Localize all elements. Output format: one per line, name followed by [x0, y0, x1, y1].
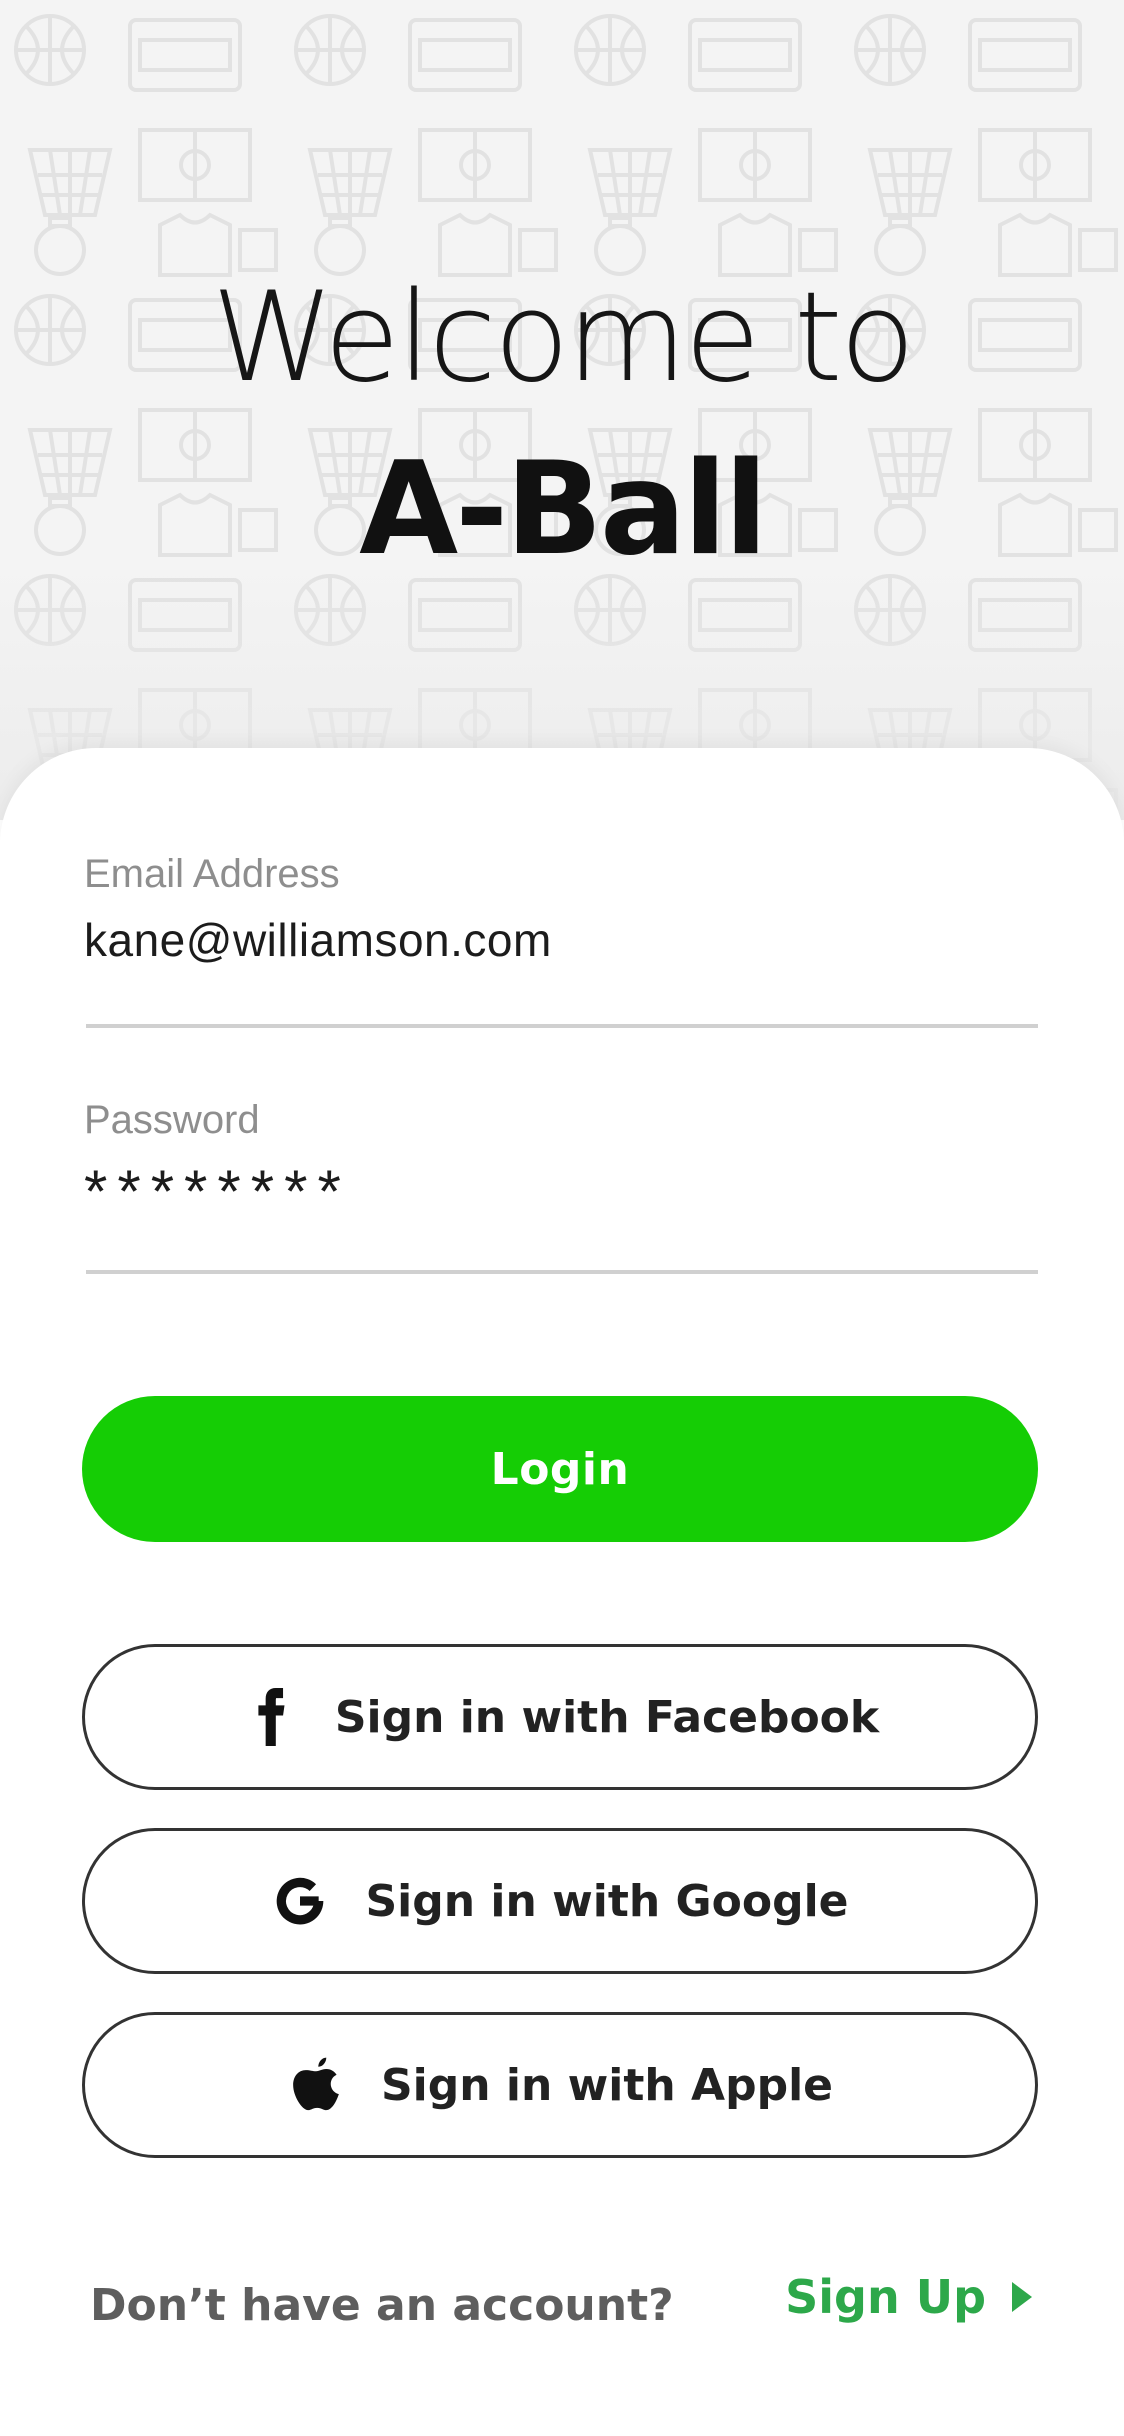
password-input[interactable]: ********: [84, 1162, 1040, 1222]
triangle-right-icon: [1012, 2282, 1032, 2312]
login-button-label: Login: [490, 1443, 630, 1495]
facebook-signin-label: Sign in with Facebook: [334, 1691, 880, 1743]
email-label: Email Address: [84, 852, 340, 896]
login-card: [0, 748, 1124, 2436]
apple-signin-button[interactable]: Sign in with Apple: [82, 2012, 1038, 2158]
apple-signin-label: Sign in with Apple: [380, 2059, 833, 2111]
login-button[interactable]: Login: [82, 1396, 1038, 1542]
google-icon: [271, 1872, 329, 1930]
no-account-prompt: Don’t have an account?: [90, 2280, 674, 2331]
email-input[interactable]: kane@williamson.com: [84, 910, 1040, 970]
password-underline: [86, 1270, 1038, 1274]
hero-banner: Welcome to A-Ball: [0, 0, 1124, 820]
email-field[interactable]: Email Address kane@williamson.com: [84, 848, 1040, 970]
facebook-icon: [241, 1688, 299, 1746]
signup-label: Sign Up: [785, 2270, 986, 2324]
email-underline: [86, 1024, 1038, 1028]
apple-icon: [287, 2056, 345, 2114]
google-signin-label: Sign in with Google: [365, 1875, 849, 1927]
google-signin-button[interactable]: Sign in with Google: [82, 1828, 1038, 1974]
password-label: Password: [84, 1098, 260, 1142]
signup-link[interactable]: Sign Up: [785, 2270, 1032, 2324]
password-field[interactable]: Password ********: [84, 1094, 1040, 1222]
brand-title: A-Ball: [359, 435, 768, 584]
facebook-signin-button[interactable]: Sign in with Facebook: [82, 1644, 1038, 1790]
welcome-heading: Welcome to: [211, 266, 915, 410]
